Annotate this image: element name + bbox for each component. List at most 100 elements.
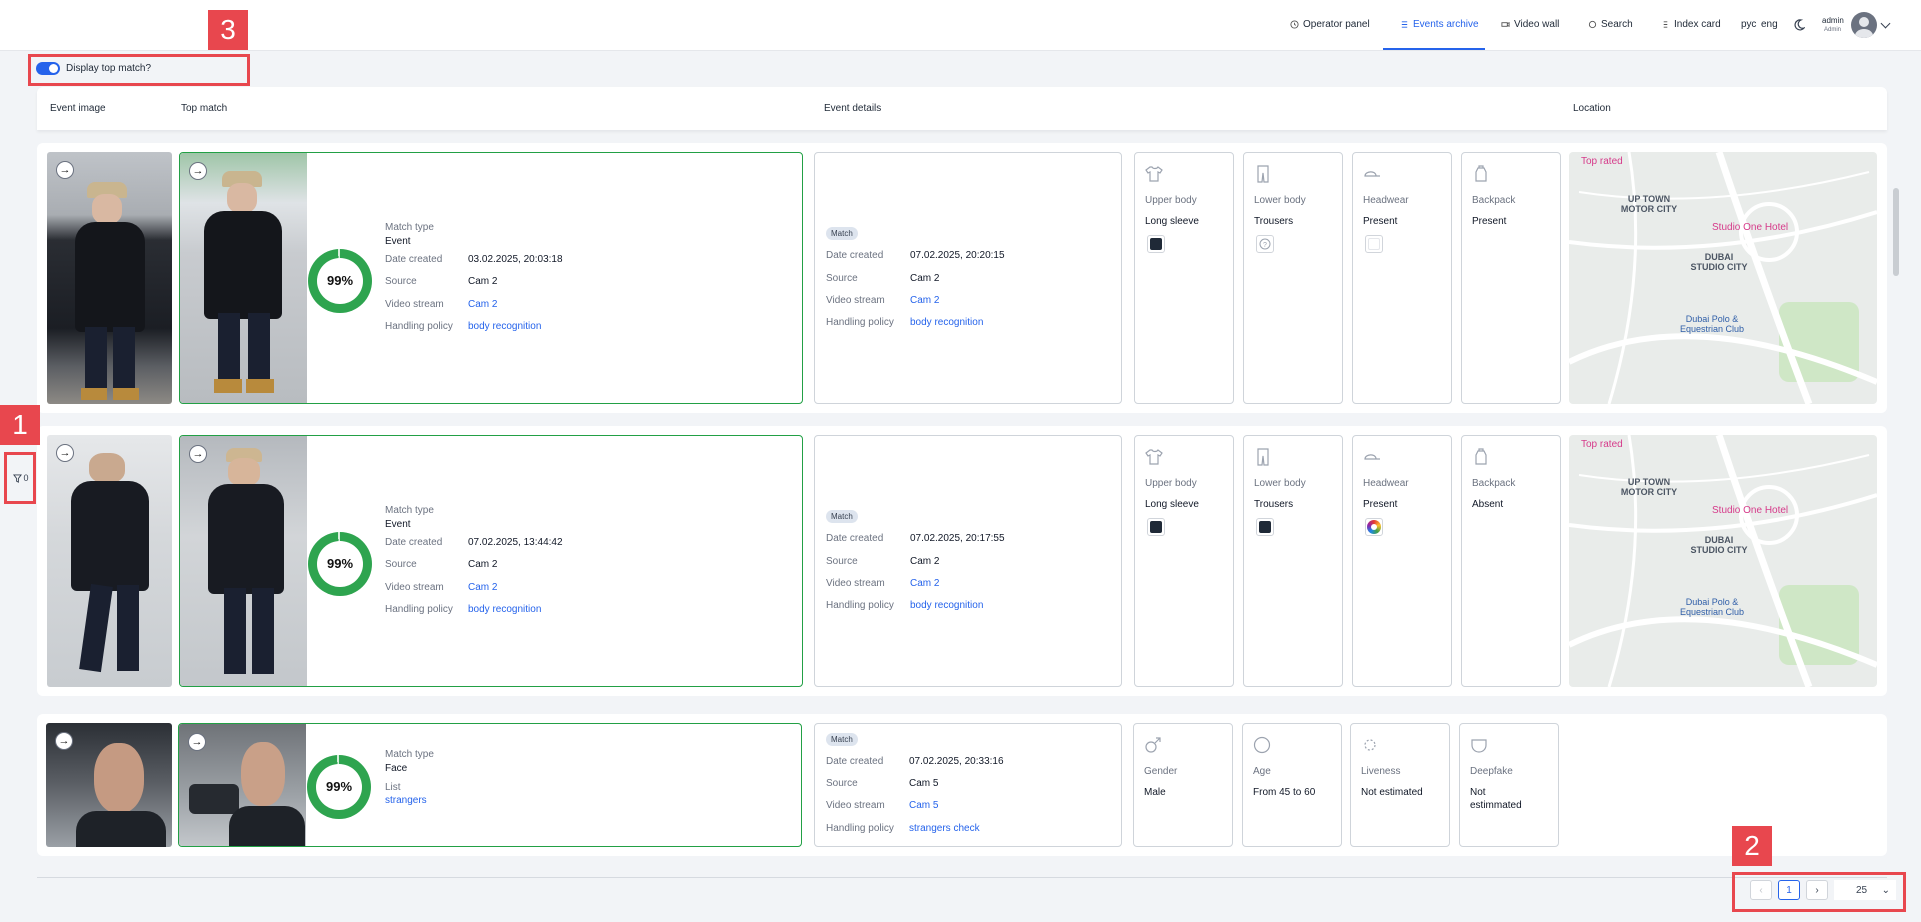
date-created-label: Date created: [385, 254, 443, 265]
attribute-value: Not estimmated: [1470, 787, 1522, 811]
attribute-value: Present: [1363, 216, 1398, 227]
attribute-headwear: Headwear Present: [1352, 152, 1452, 404]
video-stream-link[interactable]: Cam 2: [468, 582, 497, 593]
liveness-icon: [1364, 739, 1376, 751]
match-score-ring: 99%: [307, 755, 371, 819]
list-link[interactable]: strangers: [385, 795, 427, 806]
source-value: Cam 5: [909, 778, 939, 789]
gender-icon: [1145, 737, 1161, 753]
match-type-value: Event: [385, 236, 411, 247]
moon-icon[interactable]: [1793, 19, 1805, 31]
event-image[interactable]: →: [47, 435, 172, 687]
attribute-value: Male: [1144, 787, 1166, 798]
top-match-image[interactable]: →: [179, 724, 306, 846]
scrollbar-thumb[interactable]: [1893, 188, 1899, 276]
date-created-label: Date created: [826, 756, 884, 767]
attribute-name: Backpack: [1472, 478, 1516, 489]
attribute-name: Headwear: [1363, 478, 1409, 489]
source-label: Source: [826, 556, 858, 567]
nav-index-card[interactable]: Index card: [1661, 19, 1721, 30]
svg-text:?: ?: [1263, 242, 1267, 249]
match-score: 99%: [325, 779, 353, 794]
handling-policy-label: Handling policy: [826, 600, 894, 611]
annotation-badge: 1: [0, 405, 40, 445]
handling-policy-link[interactable]: body recognition: [910, 600, 983, 611]
handling-policy-link[interactable]: body recognition: [468, 604, 541, 615]
event-row[interactable]: → → 99% Match type Event Date created 03…: [37, 143, 1887, 413]
attribute-name: Backpack: [1472, 195, 1516, 206]
match-score: 99%: [326, 556, 354, 571]
trousers-icon: [1257, 165, 1269, 183]
nav-label: Events archive: [1413, 19, 1479, 30]
header-event-image: Event image: [50, 103, 106, 114]
cap-icon: [1364, 454, 1380, 460]
table-header: Event image Top match Event details Loca…: [37, 87, 1887, 130]
match-chip: Match: [826, 227, 858, 240]
annotation-badge: 3: [208, 10, 248, 50]
card-icon: [1663, 21, 1668, 28]
event-image[interactable]: →: [46, 723, 172, 847]
handling-policy-label: Handling policy: [385, 321, 453, 332]
deepfake-icon: [1471, 739, 1487, 753]
video-stream-link[interactable]: Cam 2: [468, 299, 497, 310]
lang-ru[interactable]: рус: [1741, 19, 1756, 30]
attribute-name: Gender: [1144, 766, 1178, 777]
handling-policy-link[interactable]: body recognition: [468, 321, 541, 332]
date-created-label: Date created: [385, 537, 443, 548]
arrow-right-icon[interactable]: →: [56, 161, 74, 179]
chevron-down-icon[interactable]: [1880, 18, 1891, 29]
top-match-card[interactable]: → 99% Match type Face List strangers: [178, 723, 802, 847]
video-stream-link[interactable]: Cam 2: [910, 295, 939, 306]
attribute-value: Long sleeve: [1145, 499, 1199, 510]
map-hotel-label: Studio One Hotel: [1712, 222, 1789, 233]
attribute-liveness: Liveness Not estimated: [1350, 723, 1450, 847]
event-details-card: Match Date created 07.02.2025, 20:17:55 …: [814, 435, 1122, 687]
attribute-lower-body: Lower body Trousers ?: [1243, 152, 1343, 404]
source-value: Cam 2: [910, 556, 940, 567]
attribute-name: Upper body: [1145, 195, 1197, 206]
location-map[interactable]: Top rated UP TOWN MOTOR CITY Studio One …: [1569, 152, 1877, 404]
date-created-value: 07.02.2025, 20:20:15: [910, 250, 1005, 261]
lang-en[interactable]: eng: [1761, 19, 1778, 30]
shirt-icon: [1145, 166, 1163, 182]
arrow-right-icon[interactable]: →: [56, 444, 74, 462]
match-type-label: Match type: [385, 222, 434, 233]
video-stream-link[interactable]: Cam 5: [909, 800, 938, 811]
arrow-right-icon[interactable]: →: [188, 733, 206, 751]
attribute-value: Trousers: [1254, 216, 1294, 227]
map-area-label: DUBAI STUDIO CITY: [1690, 535, 1748, 555]
top-match-card[interactable]: → 99% Match type Event Date created 03.0…: [179, 152, 803, 404]
top-match-card[interactable]: → 99% Match type Event Date created 07.0…: [179, 435, 803, 687]
event-row[interactable]: → → 99% Match type Event Date created 07…: [37, 426, 1887, 696]
attribute-value: Not estimated: [1361, 787, 1423, 798]
attribute-value: From 45 to 60: [1253, 787, 1316, 798]
attribute-name: Lower body: [1254, 478, 1306, 489]
handling-policy-link[interactable]: strangers check: [909, 823, 980, 834]
event-image[interactable]: →: [47, 152, 172, 404]
top-match-image[interactable]: →: [180, 436, 307, 686]
map-club-label: Dubai Polo & Equestrian Club: [1679, 314, 1745, 334]
nav-events-archive[interactable]: Events archive: [1400, 19, 1479, 30]
avatar[interactable]: [1851, 12, 1877, 38]
video-stream-label: Video stream: [385, 299, 444, 310]
arrow-right-icon[interactable]: →: [55, 732, 73, 750]
nav-video-wall[interactable]: Video wall: [1501, 19, 1559, 30]
event-row[interactable]: → → 99% Match type Face List strangers M…: [37, 714, 1887, 856]
nav-search[interactable]: Search: [1588, 19, 1633, 30]
attribute-name: Headwear: [1363, 195, 1409, 206]
video-stream-link[interactable]: Cam 2: [910, 578, 939, 589]
annotation-box-toggle: [28, 54, 250, 86]
map-club-label: Dubai Polo & Equestrian Club: [1679, 597, 1745, 617]
top-match-image[interactable]: →: [180, 153, 307, 403]
match-type-label: Match type: [385, 505, 434, 516]
handling-policy-link[interactable]: body recognition: [910, 317, 983, 328]
attribute-gender: Gender Male: [1133, 723, 1233, 847]
nav-operator-panel[interactable]: Operator panel: [1290, 19, 1370, 30]
location-map[interactable]: Top rated UP TOWN MOTOR CITY Studio One …: [1569, 435, 1877, 687]
arrow-right-icon[interactable]: →: [189, 162, 207, 180]
color-swatch: [1365, 518, 1383, 536]
list-label: List: [385, 782, 401, 793]
match-chip: Match: [826, 510, 858, 523]
arrow-right-icon[interactable]: →: [189, 445, 207, 463]
map-area-label: UP TOWN MOTOR CITY: [1620, 477, 1678, 497]
